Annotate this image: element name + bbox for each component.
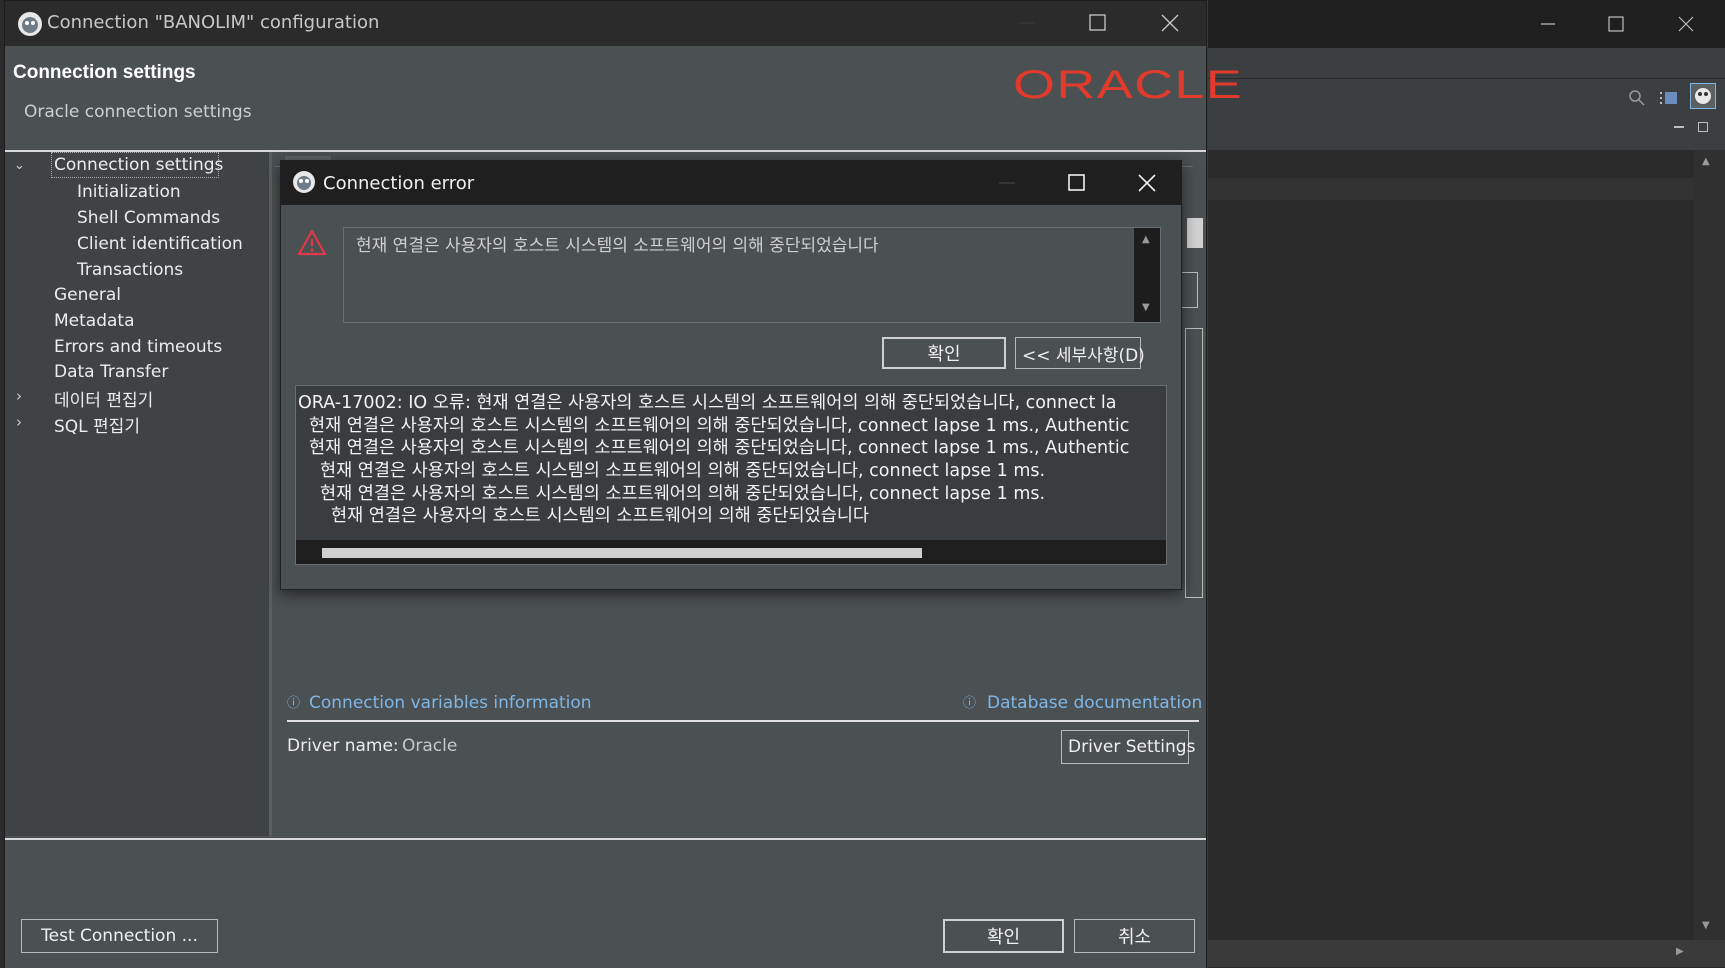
background-editor <box>1208 150 1694 940</box>
page-subtitle: Oracle connection settings <box>24 102 252 122</box>
dialog-title: Connection error <box>323 173 475 194</box>
details-toggle-button[interactable]: << 세부사항(D) <box>1015 337 1145 369</box>
tree-item-sql-editor[interactable]: SQL 편집기 <box>54 412 140 437</box>
scroll-down-arrow-icon[interactable]: ▼ <box>1142 302 1150 313</box>
tree-item-transactions[interactable]: Transactions <box>77 260 183 280</box>
connection-variables-link[interactable]: Connection variables information <box>309 693 592 713</box>
search-icon[interactable] <box>1628 89 1646 107</box>
close-icon[interactable] <box>1676 14 1696 34</box>
window-title-bar: Connection "BANOLIM" configuration <box>5 1 1206 46</box>
message-scrollbar[interactable]: ▲ ▼ <box>1134 228 1160 322</box>
tree-item-general[interactable]: General <box>54 285 121 305</box>
tree-item-data-editor[interactable]: 데이터 편집기 <box>54 386 153 411</box>
details-horizontal-scrollbar[interactable] <box>296 540 1166 564</box>
settings-navigation-tree: ⌄ Connection settings Initialization She… <box>5 152 272 836</box>
background-highlight-row <box>1208 178 1694 200</box>
background-view-bar <box>1208 118 1725 150</box>
scroll-up-arrow-icon[interactable]: ▲ <box>1702 156 1710 167</box>
info-icon: ⓘ <box>963 696 977 711</box>
content-scroll-edge <box>1187 218 1203 248</box>
warning-icon <box>297 228 327 256</box>
test-connection-button[interactable]: Test Connection ... <box>21 919 218 953</box>
tree-item-errors-and-timeouts[interactable]: Errors and timeouts <box>54 337 222 357</box>
background-app-window: ▲ ▼ ▶ <box>1207 0 1725 967</box>
scroll-right-arrow-icon[interactable]: ▶ <box>1676 946 1684 957</box>
close-icon[interactable] <box>1135 171 1159 195</box>
maximize-icon[interactable] <box>1065 171 1089 195</box>
scroll-up-arrow-icon[interactable]: ▲ <box>1142 234 1150 245</box>
background-title-bar <box>1208 0 1725 48</box>
content-panel-edge <box>1185 328 1203 598</box>
error-details-panel[interactable]: ORA-17002: IO 오류: 현재 연결은 사용자의 호스트 시스템의 소… <box>295 385 1167 565</box>
tree-item-connection-settings[interactable]: Connection settings <box>54 155 223 175</box>
chevron-down-icon[interactable]: ⌄ <box>14 158 25 173</box>
ok-button[interactable]: 확인 <box>943 919 1064 953</box>
minimize-icon[interactable] <box>1015 11 1039 35</box>
background-horizontal-scrollbar[interactable]: ▶ <box>1208 940 1725 967</box>
dialog-title-bar: Connection error <box>281 161 1181 205</box>
minimize-icon[interactable] <box>995 171 1019 195</box>
background-vertical-scrollbar[interactable]: ▲ ▼ <box>1694 150 1724 940</box>
dialog-footer: Test Connection ... 확인 취소 <box>5 840 1206 968</box>
perspective-icon[interactable] <box>1660 89 1680 107</box>
connection-error-dialog: Connection error 현재 연결은 사용자의 호스트 시스템의 소프… <box>280 160 1182 590</box>
minimize-icon[interactable] <box>1538 14 1558 34</box>
background-toolbar <box>1208 78 1725 118</box>
dbeaver-app-icon <box>292 170 316 194</box>
dbeaver-perspective-icon[interactable] <box>1690 83 1716 109</box>
tree-item-client-identification[interactable]: Client identification <box>77 234 243 254</box>
tree-item-metadata[interactable]: Metadata <box>54 311 135 331</box>
details-line: 현재 연결은 사용자의 호스트 시스템의 소프트웨어의 의해 중단되었습니다 <box>331 506 870 526</box>
cancel-button[interactable]: 취소 <box>1074 919 1195 953</box>
tree-item-data-transfer[interactable]: Data Transfer <box>54 362 168 382</box>
database-documentation-link[interactable]: Database documentation <box>987 693 1202 713</box>
details-line: 현재 연결은 사용자의 호스트 시스템의 소프트웨어의 의해 중단되었습니다, … <box>309 438 1130 458</box>
driver-section-divider <box>287 720 1199 722</box>
chevron-right-icon[interactable]: › <box>16 413 22 431</box>
tree-item-initialization[interactable]: Initialization <box>77 182 181 202</box>
error-message-box: 현재 연결은 사용자의 호스트 시스템의 소프트웨어의 의해 중단되었습니다 ▲… <box>343 227 1161 323</box>
dialog-ok-button[interactable]: 확인 <box>882 337 1006 369</box>
oracle-logo: ORACLE <box>1013 63 1244 107</box>
dbeaver-app-icon <box>17 11 43 37</box>
error-message-text: 현재 연결은 사용자의 호스트 시스템의 소프트웨어의 의해 중단되었습니다 <box>356 236 879 256</box>
details-line: ORA-17002: IO 오류: 현재 연결은 사용자의 호스트 시스템의 소… <box>298 393 1117 413</box>
window-title: Connection "BANOLIM" configuration <box>47 12 380 33</box>
details-line: 현재 연결은 사용자의 호스트 시스템의 소프트웨어의 의해 중단되었습니다, … <box>320 461 1046 481</box>
scrollbar-thumb[interactable] <box>322 548 922 558</box>
chevron-right-icon[interactable]: › <box>16 387 22 405</box>
close-icon[interactable] <box>1159 12 1181 34</box>
driver-settings-button[interactable]: Driver Settings <box>1061 730 1195 764</box>
background-menu-bar <box>1208 48 1725 78</box>
scroll-down-arrow-icon[interactable]: ▼ <box>1702 920 1710 931</box>
driver-name-value: Oracle <box>402 736 458 756</box>
page-title: Connection settings <box>13 62 196 83</box>
content-field-edge <box>1180 272 1198 308</box>
driver-name-label: Driver name: <box>287 736 399 756</box>
view-minimize-icon[interactable] <box>1674 126 1684 128</box>
tree-item-shell-commands[interactable]: Shell Commands <box>77 208 220 228</box>
maximize-icon[interactable] <box>1087 12 1109 34</box>
maximize-icon[interactable] <box>1606 14 1626 34</box>
info-icon: ⓘ <box>287 696 301 711</box>
view-maximize-icon[interactable] <box>1698 122 1708 132</box>
